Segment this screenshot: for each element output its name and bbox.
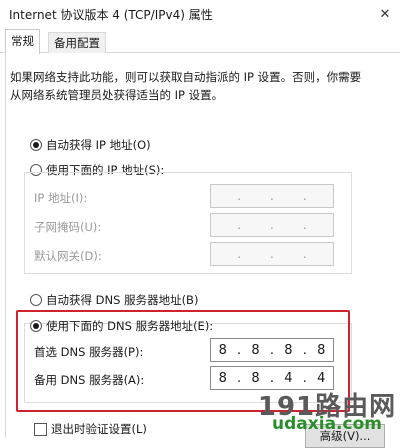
- title-bar: Internet 协议版本 4 (TCP/IPv4) 属性 ✕: [0, 0, 400, 28]
- validate-on-exit-checkbox[interactable]: 退出时验证设置(L): [34, 421, 147, 437]
- validate-on-exit-box[interactable]: [34, 422, 47, 436]
- radio-auto-dns-indicator[interactable]: [30, 294, 42, 306]
- radio-auto-ip-label: 自动获得 IP 地址(O): [46, 138, 151, 152]
- default-gateway-field[interactable]: . . .: [210, 242, 334, 266]
- subnet-mask-field[interactable]: . . .: [210, 213, 334, 237]
- ip-address-field[interactable]: . . .: [210, 184, 334, 208]
- watermark-logo: 191路由网 udaxia.com: [257, 394, 397, 438]
- radio-auto-ip[interactable]: 自动获得 IP 地址(O): [30, 137, 151, 153]
- radio-auto-ip-indicator[interactable]: [30, 139, 42, 151]
- description-text: 如果网络支持此功能，则可以获取自动指派的 IP 设置。否则，你需要从网络系统管理…: [10, 70, 362, 102]
- tab-alternate-config[interactable]: 备用配置: [48, 32, 106, 53]
- close-icon[interactable]: ✕: [370, 0, 400, 28]
- tab-strip: 常规 备用配置: [0, 28, 400, 54]
- default-gateway-label: 默认网关(D):: [34, 249, 102, 263]
- subnet-mask-label: 子网掩码(U):: [34, 220, 102, 234]
- validate-on-exit-label: 退出时验证设置(L): [51, 422, 147, 436]
- tab-general[interactable]: 常规: [5, 29, 40, 54]
- watermark-line2: udaxia.com: [272, 414, 382, 434]
- radio-auto-dns[interactable]: 自动获得 DNS 服务器地址(B): [30, 292, 198, 308]
- radio-auto-dns-label: 自动获得 DNS 服务器地址(B): [46, 293, 199, 307]
- window-title: Internet 协议版本 4 (TCP/IPv4) 属性: [9, 8, 213, 22]
- ip-address-label: IP 地址(I):: [34, 191, 88, 205]
